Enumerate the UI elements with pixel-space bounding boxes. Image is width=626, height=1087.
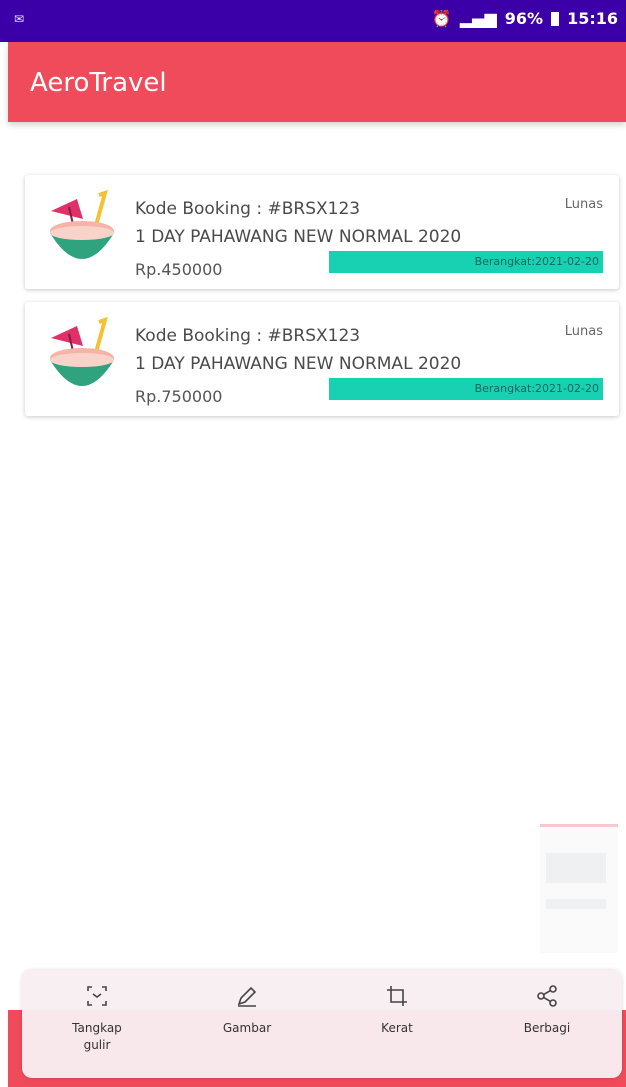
booking-code: Kode Booking : #BRSX123 [135,326,361,346]
thumbnail-block [546,853,606,883]
coconut-drink-icon [50,316,114,386]
share-label: Berbagi [523,1021,571,1035]
status-bar: ✉ ⏰ ▂▄▆ 96% 15:16 [0,0,626,42]
coconut-drink-icon [50,189,114,259]
clock: 15:16 [567,9,618,28]
scroll-capture-icon [87,986,107,1006]
package-name: 1 DAY PAHAWANG NEW NORMAL 2020 [135,354,462,374]
crop-label: Kerat [381,1021,413,1035]
signal-icon: ▂▄▆ [459,9,497,28]
app-title: AeroTravel [30,68,167,98]
price: Rp.750000 [135,387,223,406]
draw-button[interactable]: Gambar [187,970,307,1078]
package-name: 1 DAY PAHAWANG NEW NORMAL 2020 [135,227,462,247]
alarm-icon: ⏰ [431,9,452,28]
payment-status: Lunas [564,197,603,212]
crop-button[interactable]: Kerat [337,970,457,1078]
payment-status: Lunas [564,324,603,339]
share-button[interactable]: Berbagi [487,970,607,1078]
price: Rp.450000 [135,260,223,279]
pen-icon [237,986,257,1007]
share-icon [537,985,557,1007]
screenshot-thumbnail[interactable] [540,824,618,953]
booking-code: Kode Booking : #BRSX123 [135,199,361,219]
screenshot-toolbar: Tangkap gulir Gambar Kerat Berbagi [22,970,622,1078]
scroll-capture-button[interactable]: Tangkap gulir [37,970,157,1078]
thumbnail-block [546,899,606,909]
departure-date-badge: Berangkat:2021-02-20 [329,251,603,273]
departure-date-badge: Berangkat:2021-02-20 [329,378,603,400]
app-bar: AeroTravel [8,42,626,122]
booking-card[interactable]: Kode Booking : #BRSX123 1 DAY PAHAWANG N… [25,302,619,416]
scroll-capture-label: Tangkap gulir [72,1021,122,1052]
battery-icon [551,11,560,26]
battery-percent: 96% [504,9,544,28]
draw-label: Gambar [222,1021,272,1035]
mail-icon: ✉ [14,12,25,26]
crop-icon [387,986,407,1006]
status-icons: ⏰ ▂▄▆ 96% 15:16 [432,9,618,28]
booking-card[interactable]: Kode Booking : #BRSX123 1 DAY PAHAWANG N… [25,175,619,289]
